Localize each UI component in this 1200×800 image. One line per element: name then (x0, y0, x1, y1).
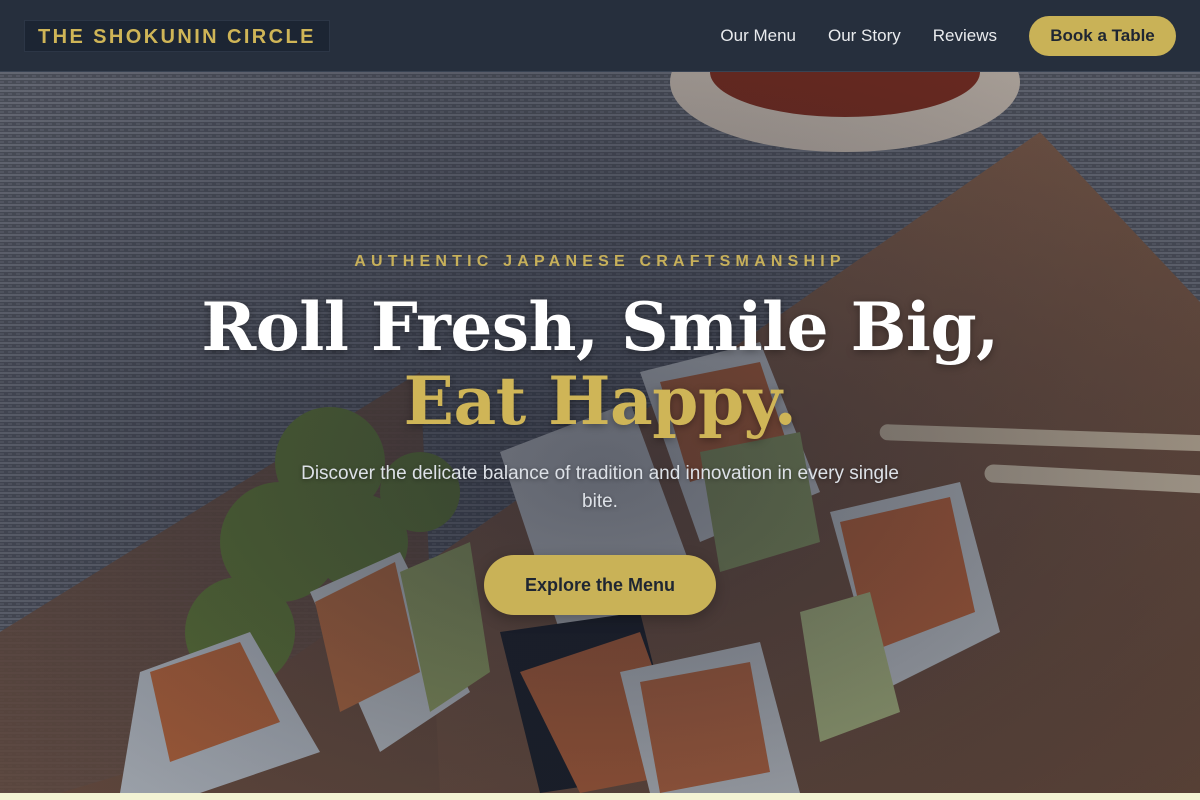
explore-menu-button[interactable]: Explore the Menu (484, 555, 716, 615)
headline-line-1: Roll Fresh, Smile Big, (201, 288, 999, 366)
headline-line-2: Eat Happy. (403, 362, 797, 440)
hero-headline: Roll Fresh, Smile Big, Eat Happy. (0, 290, 1200, 438)
top-navbar: THE SHOKUNIN CIRCLE Our Menu Our Story R… (0, 0, 1200, 72)
hero-subtext: Discover the delicate balance of traditi… (301, 463, 899, 512)
nav-link-reviews[interactable]: Reviews (933, 26, 997, 46)
nav-links: Our Menu Our Story Reviews (720, 26, 997, 46)
nav-link-our-menu[interactable]: Our Menu (720, 26, 796, 46)
nav-link-our-story[interactable]: Our Story (828, 26, 901, 46)
hero-section: AUTHENTIC JAPANESE CRAFTSMANSHIP Roll Fr… (0, 72, 1200, 793)
hero-eyebrow: AUTHENTIC JAPANESE CRAFTSMANSHIP (354, 253, 846, 270)
hero-content: AUTHENTIC JAPANESE CRAFTSMANSHIP Roll Fr… (0, 72, 1200, 793)
brand-logo[interactable]: THE SHOKUNIN CIRCLE (24, 19, 330, 52)
page-bottom-strip (0, 793, 1200, 800)
book-table-button[interactable]: Book a Table (1029, 15, 1176, 56)
